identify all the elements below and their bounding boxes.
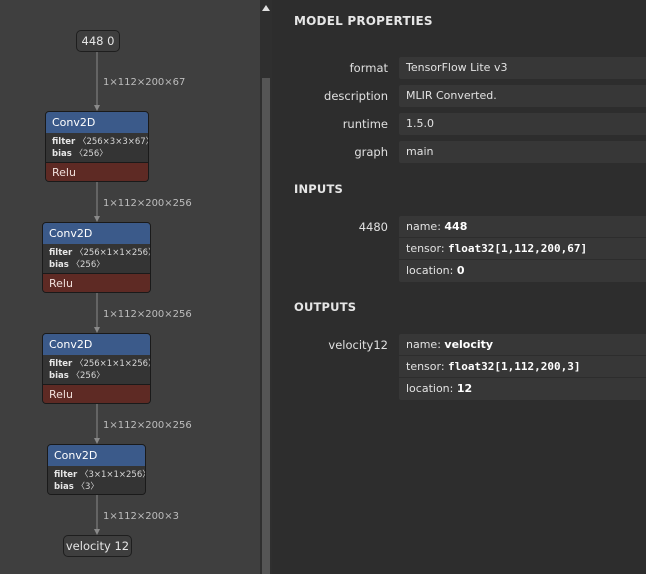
prop-value-graph: main — [399, 141, 646, 163]
node-activation: Relu — [46, 162, 148, 181]
panel-title: MODEL PROPERTIES — [294, 14, 433, 28]
graph-canvas[interactable]: 448 0 1×112×200×67 Conv2D filter 〈256×3×… — [0, 0, 260, 574]
node-op-title: Conv2D — [46, 112, 148, 133]
node-op-title: Conv2D — [43, 334, 150, 355]
output-tensor-row: tensor: float32[1,112,200,3] — [399, 356, 646, 378]
output-location-row: location: 12 — [406, 382, 473, 395]
node-op-title: Conv2D — [48, 445, 145, 466]
prop-label-graph: graph — [354, 145, 388, 159]
graph-output-node[interactable]: velocity 12 — [63, 535, 132, 557]
output-label: velocity12 — [328, 338, 388, 352]
edge-label: 1×112×200×256 — [103, 309, 192, 320]
scrollbar-thumb[interactable] — [262, 78, 270, 574]
node-attr-filter: filter 〈3×1×1×256〉 — [54, 470, 146, 480]
node-attributes: filter 〈256×1×1×256〉 bias 〈256〉 — [43, 355, 150, 384]
input-details: name: 448 tensor: float32[1,112,200,67] … — [399, 216, 646, 282]
edge-label: 1×112×200×256 — [103, 420, 192, 431]
prop-value-runtime: 1.5.0 — [399, 113, 646, 135]
conv2d-node[interactable]: Conv2D filter 〈256×1×1×256〉 bias 〈256〉 R… — [42, 222, 151, 293]
node-attributes: filter 〈3×1×1×256〉 bias 〈3〉 — [48, 466, 146, 494]
inputs-section-title: INPUTS — [294, 182, 343, 196]
chevron-up-icon[interactable] — [262, 5, 270, 11]
edge-label: 1×112×200×67 — [103, 77, 186, 88]
node-attr-bias: bias 〈3〉 — [54, 482, 99, 492]
node-attr-bias: bias 〈256〉 — [49, 371, 105, 381]
outputs-section-title: OUTPUTS — [294, 300, 357, 314]
prop-label-description: description — [324, 89, 388, 103]
node-attributes: filter 〈256×1×1×256〉 bias 〈256〉 — [43, 244, 150, 273]
prop-label-format: format — [349, 61, 388, 75]
graph-input-node[interactable]: 448 0 — [76, 30, 120, 52]
node-attr-filter: filter 〈256×3×3×67〉 — [52, 137, 149, 147]
node-activation: Relu — [43, 273, 150, 292]
conv2d-node[interactable]: Conv2D filter 〈3×1×1×256〉 bias 〈3〉 — [47, 444, 146, 495]
output-name-row: name: velocity — [399, 334, 646, 356]
node-attr-filter: filter 〈256×1×1×256〉 — [49, 248, 151, 258]
prop-label-runtime: runtime — [342, 117, 388, 131]
input-location-row: location: 0 — [406, 264, 465, 277]
output-details: name: velocity tensor: float32[1,112,200… — [399, 334, 646, 400]
model-properties-panel: MODEL PROPERTIES format TensorFlow Lite … — [272, 0, 646, 574]
prop-value-description: MLIR Converted. — [399, 85, 646, 107]
input-tensor-row: tensor: float32[1,112,200,67] — [399, 238, 646, 260]
edge-label: 1×112×200×256 — [103, 198, 192, 209]
node-activation: Relu — [43, 384, 150, 403]
prop-value-format: TensorFlow Lite v3 — [399, 57, 646, 79]
input-label: 4480 — [358, 220, 388, 234]
edge-label: 1×112×200×3 — [103, 511, 180, 522]
node-attr-bias: bias 〈256〉 — [52, 149, 108, 159]
node-op-title: Conv2D — [43, 223, 150, 244]
input-name-row: name: 448 — [399, 216, 646, 238]
conv2d-node[interactable]: Conv2D filter 〈256×1×1×256〉 bias 〈256〉 R… — [42, 333, 151, 404]
node-attributes: filter 〈256×3×3×67〉 bias 〈256〉 — [46, 133, 148, 162]
node-attr-bias: bias 〈256〉 — [49, 260, 105, 270]
node-attr-filter: filter 〈256×1×1×256〉 — [49, 359, 151, 369]
conv2d-node[interactable]: Conv2D filter 〈256×3×3×67〉 bias 〈256〉 Re… — [45, 111, 149, 182]
